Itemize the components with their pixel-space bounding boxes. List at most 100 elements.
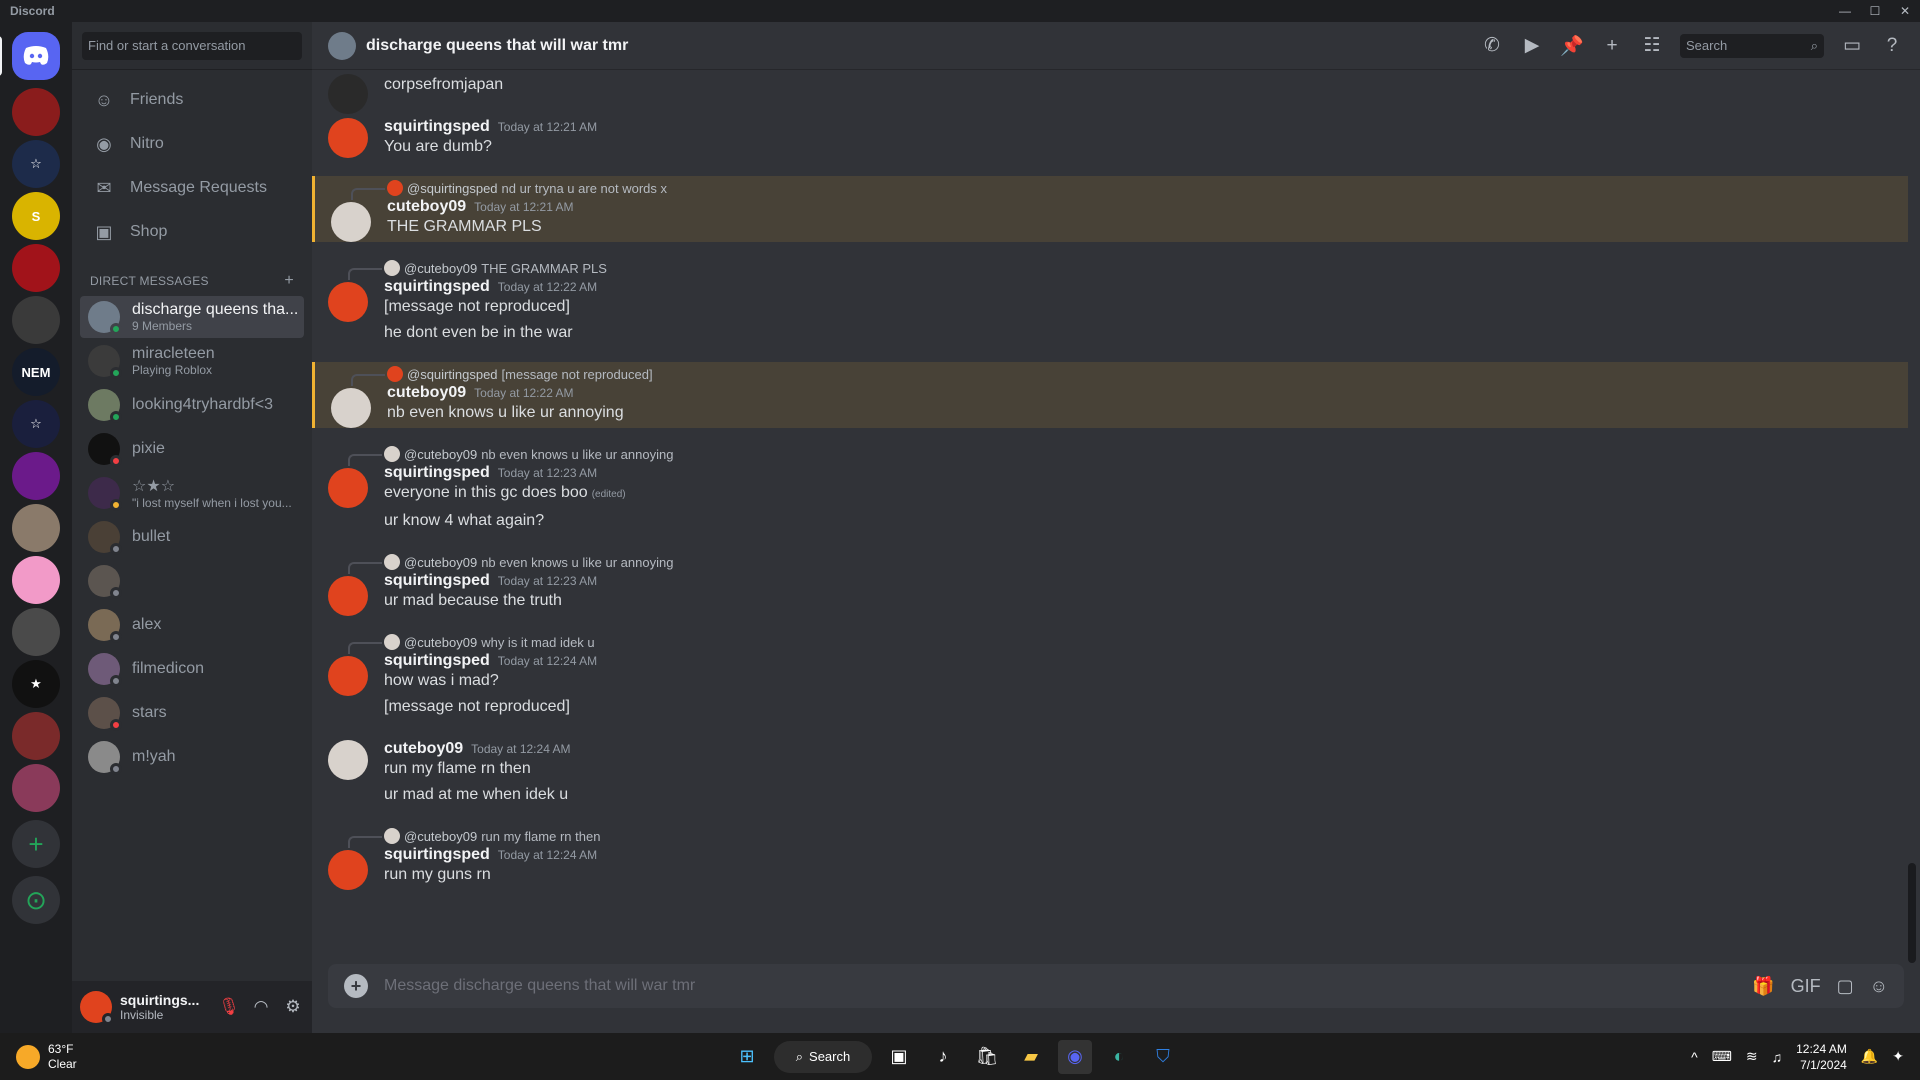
message-composer[interactable]: + Message discharge queens that will war…: [328, 964, 1904, 1008]
server-icon[interactable]: [12, 712, 60, 760]
chevron-up-icon[interactable]: ^: [1691, 1049, 1698, 1065]
notification-bell-icon[interactable]: 🔔: [1861, 1048, 1878, 1065]
nav-friends[interactable]: ☺ Friends: [80, 78, 304, 122]
dm-item[interactable]: alex: [80, 604, 304, 646]
reply-preview[interactable]: @cuteboy09 nb even knows u like ur annoyi…: [384, 554, 1892, 570]
gif-icon[interactable]: GIF: [1791, 976, 1821, 997]
avatar[interactable]: [328, 576, 368, 616]
add-server-button[interactable]: +: [12, 820, 60, 868]
message[interactable]: @cuteboy09 THE GRAMMAR PLS squirtingsped To…: [312, 256, 1908, 348]
message-author[interactable]: cuteboy09: [387, 384, 466, 402]
server-icon[interactable]: [12, 452, 60, 500]
nav-shop[interactable]: ▣ Shop: [80, 210, 304, 254]
dm-item[interactable]: bullet: [80, 516, 304, 558]
dm-item[interactable]: discharge queens tha... 9 Members: [80, 296, 304, 338]
scrollbar[interactable]: [1908, 78, 1916, 963]
message[interactable]: @squirtingsped [message not reproduced] cu…: [312, 362, 1908, 428]
explore-servers-button[interactable]: ⊙: [12, 876, 60, 924]
message[interactable]: corpsefromjapan: [312, 70, 1908, 114]
security-icon[interactable]: ⛉: [1146, 1040, 1180, 1074]
message-author[interactable]: squirtingsped: [384, 652, 490, 670]
gear-icon[interactable]: ⚙: [282, 996, 304, 1018]
upload-button[interactable]: +: [344, 974, 368, 998]
video-call-icon[interactable]: ▶: [1520, 34, 1544, 58]
message-author[interactable]: cuteboy09: [384, 740, 463, 758]
avatar[interactable]: [328, 656, 368, 696]
avatar[interactable]: [328, 740, 368, 780]
avatar[interactable]: [328, 468, 368, 508]
dm-item[interactable]: pixie: [80, 428, 304, 470]
reply-preview[interactable]: @cuteboy09 THE GRAMMAR PLS: [384, 260, 1892, 276]
server-icon[interactable]: [12, 608, 60, 656]
wifi-icon[interactable]: ≋: [1746, 1048, 1758, 1065]
message[interactable]: @squirtingsped nd ur tryna u are not word…: [312, 176, 1908, 242]
avatar[interactable]: [328, 850, 368, 890]
avatar[interactable]: [331, 202, 371, 242]
voice-call-icon[interactable]: ✆: [1480, 34, 1504, 58]
reply-preview[interactable]: @squirtingsped nd ur tryna u are not word…: [387, 180, 1892, 196]
task-view-icon[interactable]: ▣: [882, 1040, 916, 1074]
edge-icon[interactable]: ◐: [1102, 1040, 1136, 1074]
member-list-icon[interactable]: ☷: [1640, 34, 1664, 58]
minimize-icon[interactable]: —: [1830, 4, 1860, 18]
pin-icon[interactable]: 📌: [1560, 34, 1584, 58]
message[interactable]: cuteboy09 Today at 12:24 AM run my flame r…: [312, 736, 1908, 810]
home-button[interactable]: [0, 32, 60, 80]
message-author[interactable]: squirtingsped: [384, 278, 490, 296]
server-icon[interactable]: ★: [12, 660, 60, 708]
message[interactable]: @cuteboy09 nb even knows u like ur annoyi…: [312, 550, 1908, 616]
weather-widget[interactable]: 63°F Clear: [0, 1042, 77, 1072]
volume-icon[interactable]: ♫: [1772, 1049, 1783, 1065]
clock[interactable]: 12:24 AM 7/1/2024: [1796, 1041, 1847, 1073]
server-icon[interactable]: S: [12, 192, 60, 240]
maximize-icon[interactable]: ☐: [1860, 4, 1890, 18]
reply-preview[interactable]: @squirtingsped [message not reproduced]: [387, 366, 1892, 382]
avatar[interactable]: [80, 991, 114, 1025]
nav-nitro[interactable]: ◉ Nitro: [80, 122, 304, 166]
gift-icon[interactable]: 🎁: [1752, 976, 1774, 997]
dm-item[interactable]: [80, 560, 304, 602]
inbox-icon[interactable]: ▭: [1840, 34, 1864, 58]
reply-preview[interactable]: @cuteboy09 nb even knows u like ur annoyi…: [384, 446, 1892, 462]
server-icon[interactable]: ☆: [12, 400, 60, 448]
create-dm-icon[interactable]: +: [284, 272, 294, 290]
server-icon[interactable]: [12, 764, 60, 812]
server-icon[interactable]: [12, 296, 60, 344]
discord-taskbar-icon[interactable]: ◉: [1058, 1039, 1092, 1074]
scrollbar-thumb[interactable]: [1908, 863, 1916, 963]
message[interactable]: @cuteboy09 run my flame rn then squirtings…: [312, 824, 1908, 890]
close-icon[interactable]: ✕: [1890, 4, 1920, 18]
dm-item[interactable]: filmedicon: [80, 648, 304, 690]
message[interactable]: squirtingsped Today at 12:21 AM You are du…: [312, 114, 1908, 162]
dm-item[interactable]: m!yah: [80, 736, 304, 778]
server-icon[interactable]: [12, 244, 60, 292]
server-icon[interactable]: NEM: [12, 348, 60, 396]
emoji-icon[interactable]: ☺: [1870, 976, 1888, 997]
taskbar-search[interactable]: ⌕ Search: [774, 1040, 872, 1073]
headphones-icon[interactable]: ◠: [250, 996, 272, 1018]
dm-item[interactable]: ☆★☆ "i lost myself when i lost you...: [80, 472, 304, 514]
reply-preview[interactable]: @cuteboy09 run my flame rn then: [384, 828, 1892, 844]
avatar[interactable]: [328, 74, 368, 114]
dm-item[interactable]: miracleteen Playing Roblox: [80, 340, 304, 382]
store-icon[interactable]: 🛍: [970, 1040, 1004, 1074]
dm-item[interactable]: stars: [80, 692, 304, 734]
help-icon[interactable]: ?: [1880, 34, 1904, 58]
avatar[interactable]: [328, 282, 368, 322]
message-input[interactable]: Message discharge queens that will war t…: [384, 977, 695, 995]
dm-item[interactable]: looking4tryhardbf<3: [80, 384, 304, 426]
server-icon[interactable]: [12, 88, 60, 136]
nav-message-requests[interactable]: ✉ Message Requests: [80, 166, 304, 210]
find-conversation-input[interactable]: Find or start a conversation: [82, 31, 302, 60]
avatar[interactable]: [328, 118, 368, 158]
message-author[interactable]: squirtingsped: [384, 572, 490, 590]
message-author[interactable]: squirtingsped: [384, 846, 490, 864]
server-icon[interactable]: [12, 504, 60, 552]
message-author[interactable]: cuteboy09: [387, 198, 466, 216]
server-icon[interactable]: [12, 556, 60, 604]
reply-preview[interactable]: @cuteboy09 why is it mad idek u: [384, 634, 1892, 650]
search-input[interactable]: Search ⌕: [1680, 33, 1824, 58]
dm-search[interactable]: Find or start a conversation: [72, 22, 312, 70]
server-icon[interactable]: ☆: [12, 140, 60, 188]
message[interactable]: @cuteboy09 nb even knows u like ur annoyi…: [312, 442, 1908, 536]
